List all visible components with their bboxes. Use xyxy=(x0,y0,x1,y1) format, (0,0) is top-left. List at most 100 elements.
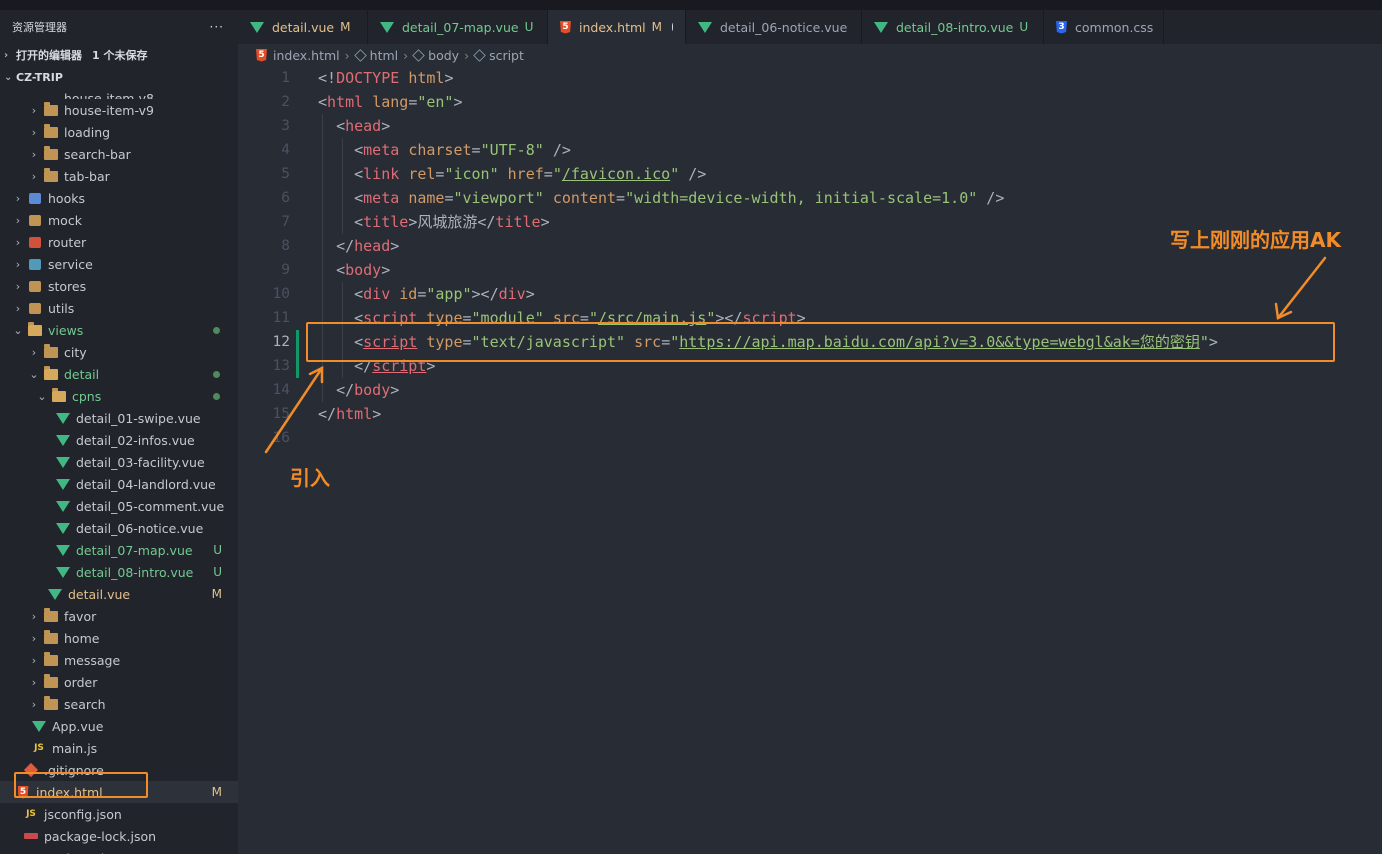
tree-item[interactable]: package.json xyxy=(0,847,238,854)
tree-item[interactable]: ⌄ detail xyxy=(0,363,238,385)
tab-detail-vue[interactable]: detail.vue M xyxy=(238,10,368,44)
tree-item-label: jsconfig.json xyxy=(44,806,122,822)
line-number: 14 xyxy=(272,382,290,398)
tree-item[interactable]: App.vue xyxy=(0,715,238,737)
tree-item[interactable]: detail_01-swipe.vue xyxy=(0,407,238,429)
folder-icon xyxy=(44,167,58,182)
code-editor[interactable]: 1 2 3 4 5 6 7 8 9 10 11 12 13 14 15 16 <!DOCTYPE html> … xyxy=(238,66,1382,854)
tree-item[interactable]: detail.vue M xyxy=(0,583,238,605)
tree-item[interactable]: detail_05-comment.vue xyxy=(0,495,238,517)
chevron-right-icon: › xyxy=(15,235,21,249)
code-highlight-box xyxy=(306,322,1335,362)
tree-item-label: package-lock.json xyxy=(44,828,157,844)
tab-common-css[interactable]: 3 common.css xyxy=(1044,10,1164,44)
tree-item[interactable]: detail_07-map.vue U xyxy=(0,539,238,561)
tree-item-label: home xyxy=(64,630,100,646)
tree-item-label: stores xyxy=(48,278,87,294)
tab-detail-08-intro-vue[interactable]: detail_08-intro.vue U xyxy=(862,10,1044,44)
chevron-right-icon: › xyxy=(4,49,9,61)
tree-item[interactable]: › hooks xyxy=(0,187,238,209)
tab-detail-06-notice-vue[interactable]: detail_06-notice.vue xyxy=(686,10,862,44)
tree-item[interactable]: package-lock.json xyxy=(0,825,238,847)
chevron-right-icon: › xyxy=(31,697,37,711)
code-line: <meta name="viewport" content="width=dev… xyxy=(354,189,1005,207)
tree-item[interactable]: › message xyxy=(0,649,238,671)
title-text: 风城旅游 xyxy=(417,213,478,231)
tree-item[interactable]: JS jsconfig.json xyxy=(0,803,238,825)
tree-item-partial[interactable]: house-item-v8 xyxy=(0,88,238,99)
chevron-right-icon: › xyxy=(15,301,21,315)
vue-icon xyxy=(56,566,70,578)
special-folder-icon xyxy=(28,214,42,226)
open-editors-section[interactable]: › 打开的编辑器 1 个未保存 xyxy=(0,44,238,66)
chevron-right-icon: › xyxy=(31,169,37,183)
more-actions-icon[interactable]: ··· xyxy=(210,20,224,34)
special-folder-icon xyxy=(28,192,42,204)
tree-item[interactable]: › mock xyxy=(0,209,238,231)
tree-item[interactable]: › loading xyxy=(0,121,238,143)
tab-detail-07-map-vue[interactable]: detail_07-map.vue U xyxy=(368,10,548,44)
tree-item[interactable]: › tab-bar xyxy=(0,165,238,187)
tree-item[interactable]: › stores xyxy=(0,275,238,297)
line-number: 4 xyxy=(281,142,290,158)
folder-open-icon xyxy=(44,365,58,380)
tab-index-html[interactable]: 5 index.html M xyxy=(548,10,686,44)
breadcrumb-item[interactable]: body xyxy=(428,48,459,63)
tab-label: detail_06-notice.vue xyxy=(720,19,848,35)
js-icon: JS xyxy=(26,809,36,819)
tree-item-label: hooks xyxy=(48,190,85,206)
tree-item[interactable]: › search-bar xyxy=(0,143,238,165)
tree-item[interactable]: › favor xyxy=(0,605,238,627)
line-number: 15 xyxy=(272,406,290,422)
tree-item[interactable]: › search xyxy=(0,693,238,715)
project-section[interactable]: ⌄ CZ-TRIP xyxy=(0,66,238,88)
tree-item[interactable]: detail_03-facility.vue xyxy=(0,451,238,473)
tree-item-label: favor xyxy=(64,608,97,624)
folder-icon xyxy=(44,629,58,644)
line-number-gutter: 1 2 3 4 5 6 7 8 9 10 11 12 13 14 15 16 xyxy=(238,66,294,450)
element-icon xyxy=(353,48,367,62)
tree-item[interactable]: › router xyxy=(0,231,238,253)
tree-item[interactable]: › city xyxy=(0,341,238,363)
tree-item[interactable]: JS main.js xyxy=(0,737,238,759)
line-number: 1 xyxy=(281,70,290,86)
tree-item[interactable]: detail_04-landlord.vue xyxy=(0,473,238,495)
code-line: <div id="app"></div> xyxy=(354,285,535,303)
breadcrumb-item[interactable]: script xyxy=(489,48,524,63)
breadcrumb-item[interactable]: index.html xyxy=(273,48,340,63)
vue-icon xyxy=(56,500,70,512)
tree-item[interactable]: detail_06-notice.vue xyxy=(0,517,238,539)
tab-label: detail.vue xyxy=(272,19,335,35)
line-number: 7 xyxy=(281,214,290,230)
code-line: </html> xyxy=(318,405,382,423)
tree-item-label: city xyxy=(64,344,87,360)
breadcrumb-item[interactable]: html xyxy=(370,48,398,63)
chevron-down-icon: ⌄ xyxy=(37,389,47,403)
editor-tabs: detail.vue Mdetail_07-map.vue U 5 index.html… xyxy=(238,10,1382,44)
tree-item[interactable]: › home xyxy=(0,627,238,649)
unsaved-dot-icon[interactable] xyxy=(672,23,673,31)
line-number: 9 xyxy=(281,262,290,278)
tree-item[interactable]: ⌄ views xyxy=(0,319,238,341)
html5-icon: 5 xyxy=(560,20,571,34)
tree-item[interactable]: › house-item-v9 xyxy=(0,99,238,121)
vue-icon xyxy=(56,412,70,424)
chevron-right-icon: › xyxy=(31,609,37,623)
tree-item[interactable]: › utils xyxy=(0,297,238,319)
tree-item[interactable]: detail_02-infos.vue xyxy=(0,429,238,451)
tree-item[interactable]: detail_08-intro.vue U xyxy=(0,561,238,583)
tree-item-label: loading xyxy=(64,124,111,140)
line-number: 13 xyxy=(272,358,290,374)
tree-item-label: order xyxy=(64,674,98,690)
git-change-dot xyxy=(213,370,220,378)
tree-item-label: mock xyxy=(48,212,82,228)
tree-item[interactable]: ⌄ cpns xyxy=(0,385,238,407)
tree-item-label: detail xyxy=(64,366,100,382)
tab-status: M xyxy=(651,20,663,34)
line-number: 16 xyxy=(272,430,290,446)
tree-item-label: router xyxy=(48,234,87,250)
tree-item-label: detail_01-swipe.vue xyxy=(76,410,201,426)
tree-item-label: main.js xyxy=(52,740,98,756)
tree-item[interactable]: › service xyxy=(0,253,238,275)
tree-item[interactable]: › order xyxy=(0,671,238,693)
